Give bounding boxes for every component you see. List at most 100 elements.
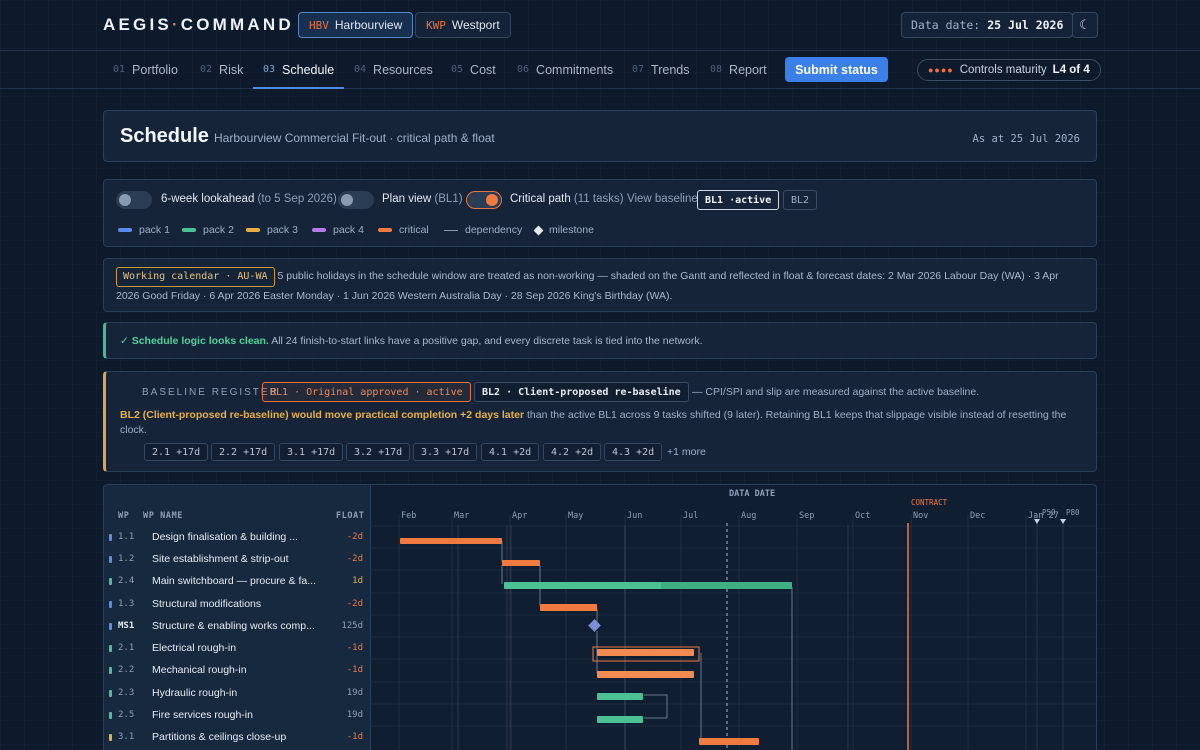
gantt-bar-2-5[interactable]	[597, 716, 643, 723]
legend-pack-2: pack 2	[182, 224, 234, 236]
slip-chip: 3.1 +17d	[279, 443, 344, 461]
baseline-message: BL2 (Client-proposed re-baseline) would …	[120, 409, 1067, 436]
slip-chip: 4.2 +2d	[543, 443, 602, 461]
month-label: Jul	[683, 511, 698, 521]
view-baseline-label: View baseline	[627, 193, 698, 205]
month-label: Aug	[741, 511, 756, 521]
bl2-badge[interactable]: BL2 · Client-proposed re-baseline	[474, 382, 689, 402]
moon-icon: ☾	[1079, 17, 1091, 32]
theme-toggle-button[interactable]: ☾	[1072, 12, 1098, 38]
tab-report[interactable]: 08 Report	[710, 51, 767, 88]
baseline-bl2-button[interactable]: BL2	[783, 190, 818, 210]
baseline-note: — CPI/SPI and slip are measured against …	[692, 386, 980, 398]
data-date-label: DATA DATE	[729, 489, 775, 499]
table-row[interactable]: 1.1 Design finalisation & building ... -2d	[104, 526, 371, 548]
top-bar: AEGIS·COMMAND HBV Harbourview KWP Westpo…	[0, 0, 1200, 51]
table-row[interactable]: 2.3 Hydraulic rough-in 19d	[104, 682, 371, 704]
p80-marker-icon	[1060, 519, 1066, 524]
legend-pack-3: pack 3	[246, 224, 298, 236]
slip-chip: 2.1 +17d	[144, 443, 209, 461]
wp-name-header: WP NAME	[143, 511, 184, 521]
slip-chip: 3.3 +17d	[413, 443, 478, 461]
month-label: Mar	[454, 511, 469, 521]
plan-view-toggle[interactable]	[338, 191, 374, 209]
tab-cost[interactable]: 05 Cost	[451, 51, 496, 88]
gantt-svg: Feb Mar Apr May Jun Jul Aug Sep Oct Nov …	[371, 489, 1096, 750]
baseline-register-label: BASELINE REGISTER	[142, 387, 279, 398]
page-subtitle: Harbourview Commercial Fit-out · critica…	[214, 131, 495, 145]
gantt-bar-2-4-remaining	[661, 582, 792, 589]
month-label: Apr	[512, 511, 527, 521]
slip-chip: 2.2 +17d	[211, 443, 276, 461]
tab-schedule[interactable]: 03 Schedule	[252, 51, 345, 89]
legend-pack-4: pack 4	[312, 224, 364, 236]
gantt-bar-1-2[interactable]	[502, 560, 540, 566]
calendar-badge: Working calendar · AU-WA	[116, 267, 275, 287]
schedule-logic-panel: ✓ Schedule logic looks clean. All 24 fin…	[103, 322, 1097, 359]
schedule-header: Schedule Harbourview Commercial Fit-out …	[103, 110, 1097, 162]
gantt-bar-3-1[interactable]	[699, 738, 759, 745]
logic-text: All 24 finish-to-start links have a posi…	[271, 335, 703, 347]
data-date-badge: Data date: 25 Jul 2026	[901, 12, 1074, 38]
brand-logo: AEGIS·COMMAND	[103, 15, 294, 34]
table-row[interactable]: 2.5 Fire services rough-in 19d	[104, 704, 371, 726]
critical-path-toggle[interactable]	[466, 191, 502, 209]
working-calendar-panel: Working calendar · AU-WA 5 public holiday…	[103, 258, 1097, 312]
month-gridlines	[398, 515, 1027, 750]
gantt-bar-2-1[interactable]	[597, 649, 694, 656]
tab-portfolio[interactable]: 01 Portfolio	[113, 51, 178, 88]
month-label: Feb	[401, 511, 416, 521]
baseline-bl1-button[interactable]: BL1 ·active	[697, 190, 780, 210]
month-label: Jun	[627, 511, 642, 521]
project-westport-button[interactable]: KWP Westport	[415, 12, 511, 38]
milestone-ms1[interactable]	[588, 619, 601, 632]
legend-pack-1: pack 1	[118, 224, 170, 236]
slip-chip: 4.3 +2d	[604, 443, 663, 461]
row-separators	[371, 525, 1096, 727]
submit-status-button[interactable]: Submit status	[785, 57, 888, 82]
tab-resources[interactable]: 04 Resources	[354, 51, 433, 88]
float-header: FLOAT	[336, 511, 365, 521]
table-row[interactable]: 1.3 Structural modifications -2d	[104, 593, 371, 615]
table-row[interactable]: 1.2 Site establishment & strip-out -2d	[104, 548, 371, 570]
p50-marker-icon	[1034, 519, 1040, 524]
critical-path-label: Critical path (11 tasks)	[510, 193, 624, 205]
tab-trends[interactable]: 07 Trends	[632, 51, 690, 88]
tab-commitments[interactable]: 06 Commitments	[517, 51, 613, 88]
legend-critical: critical	[378, 224, 429, 236]
as-at-date: As at 25 Jul 2026	[972, 133, 1080, 145]
more-chips-link[interactable]: +1 more	[667, 446, 706, 458]
table-row[interactable]: 2.1 Electrical rough-in -1d	[104, 637, 371, 659]
slip-chip: 3.2 +17d	[346, 443, 411, 461]
gantt-bar-2-2[interactable]	[597, 671, 694, 678]
page-title: Schedule	[120, 125, 209, 147]
tab-risk[interactable]: 02 Risk	[200, 51, 243, 88]
project-harbourview-button[interactable]: HBV Harbourview	[298, 12, 414, 38]
schedule-controls: 6-week lookahead (to 5 Sep 2026) Plan vi…	[103, 179, 1097, 247]
gantt-bar-1-1[interactable]	[400, 538, 502, 544]
table-row[interactable]: MS1 Structure & enabling works comp... 125…	[104, 615, 371, 637]
table-row[interactable]: 2.4 Main switchboard — procure & fa... 1d	[104, 570, 371, 592]
main-nav: 01 Portfolio 02 Risk 03 Schedule 04 Resource…	[0, 51, 1200, 89]
maturity-dots-icon: ●●●●	[928, 65, 954, 75]
lookahead-label: 6-week lookahead (to 5 Sep 2026)	[161, 193, 337, 205]
legend-milestone: milestone	[533, 224, 594, 236]
gantt-bar-1-3[interactable]	[540, 604, 597, 611]
month-label: Oct	[855, 511, 870, 521]
p50-label: P50	[1042, 508, 1056, 517]
month-label: Sep	[799, 511, 814, 521]
legend-dependency: dependency	[444, 224, 522, 236]
table-row[interactable]: 3.1 Partitions & ceilings close-up -1d	[104, 726, 371, 748]
lookahead-toggle[interactable]	[116, 191, 152, 209]
table-row[interactable]: 2.2 Mechanical rough-in -1d	[104, 659, 371, 681]
month-label: May	[568, 511, 583, 521]
wp-header: WP	[118, 511, 130, 521]
month-label: Nov	[913, 511, 928, 521]
gantt-bar-2-3[interactable]	[597, 693, 643, 700]
bl1-badge[interactable]: BL1 · Original approved · active	[262, 382, 471, 402]
slip-chip: 4.1 +2d	[481, 443, 540, 461]
contract-label: CONTRACT	[911, 498, 948, 507]
dependency-links	[501, 541, 793, 750]
task-list: WP WP NAME FLOAT 1.1 Design finalisation …	[104, 485, 371, 750]
gantt-chart: WP WP NAME FLOAT 1.1 Design finalisation …	[103, 484, 1097, 750]
